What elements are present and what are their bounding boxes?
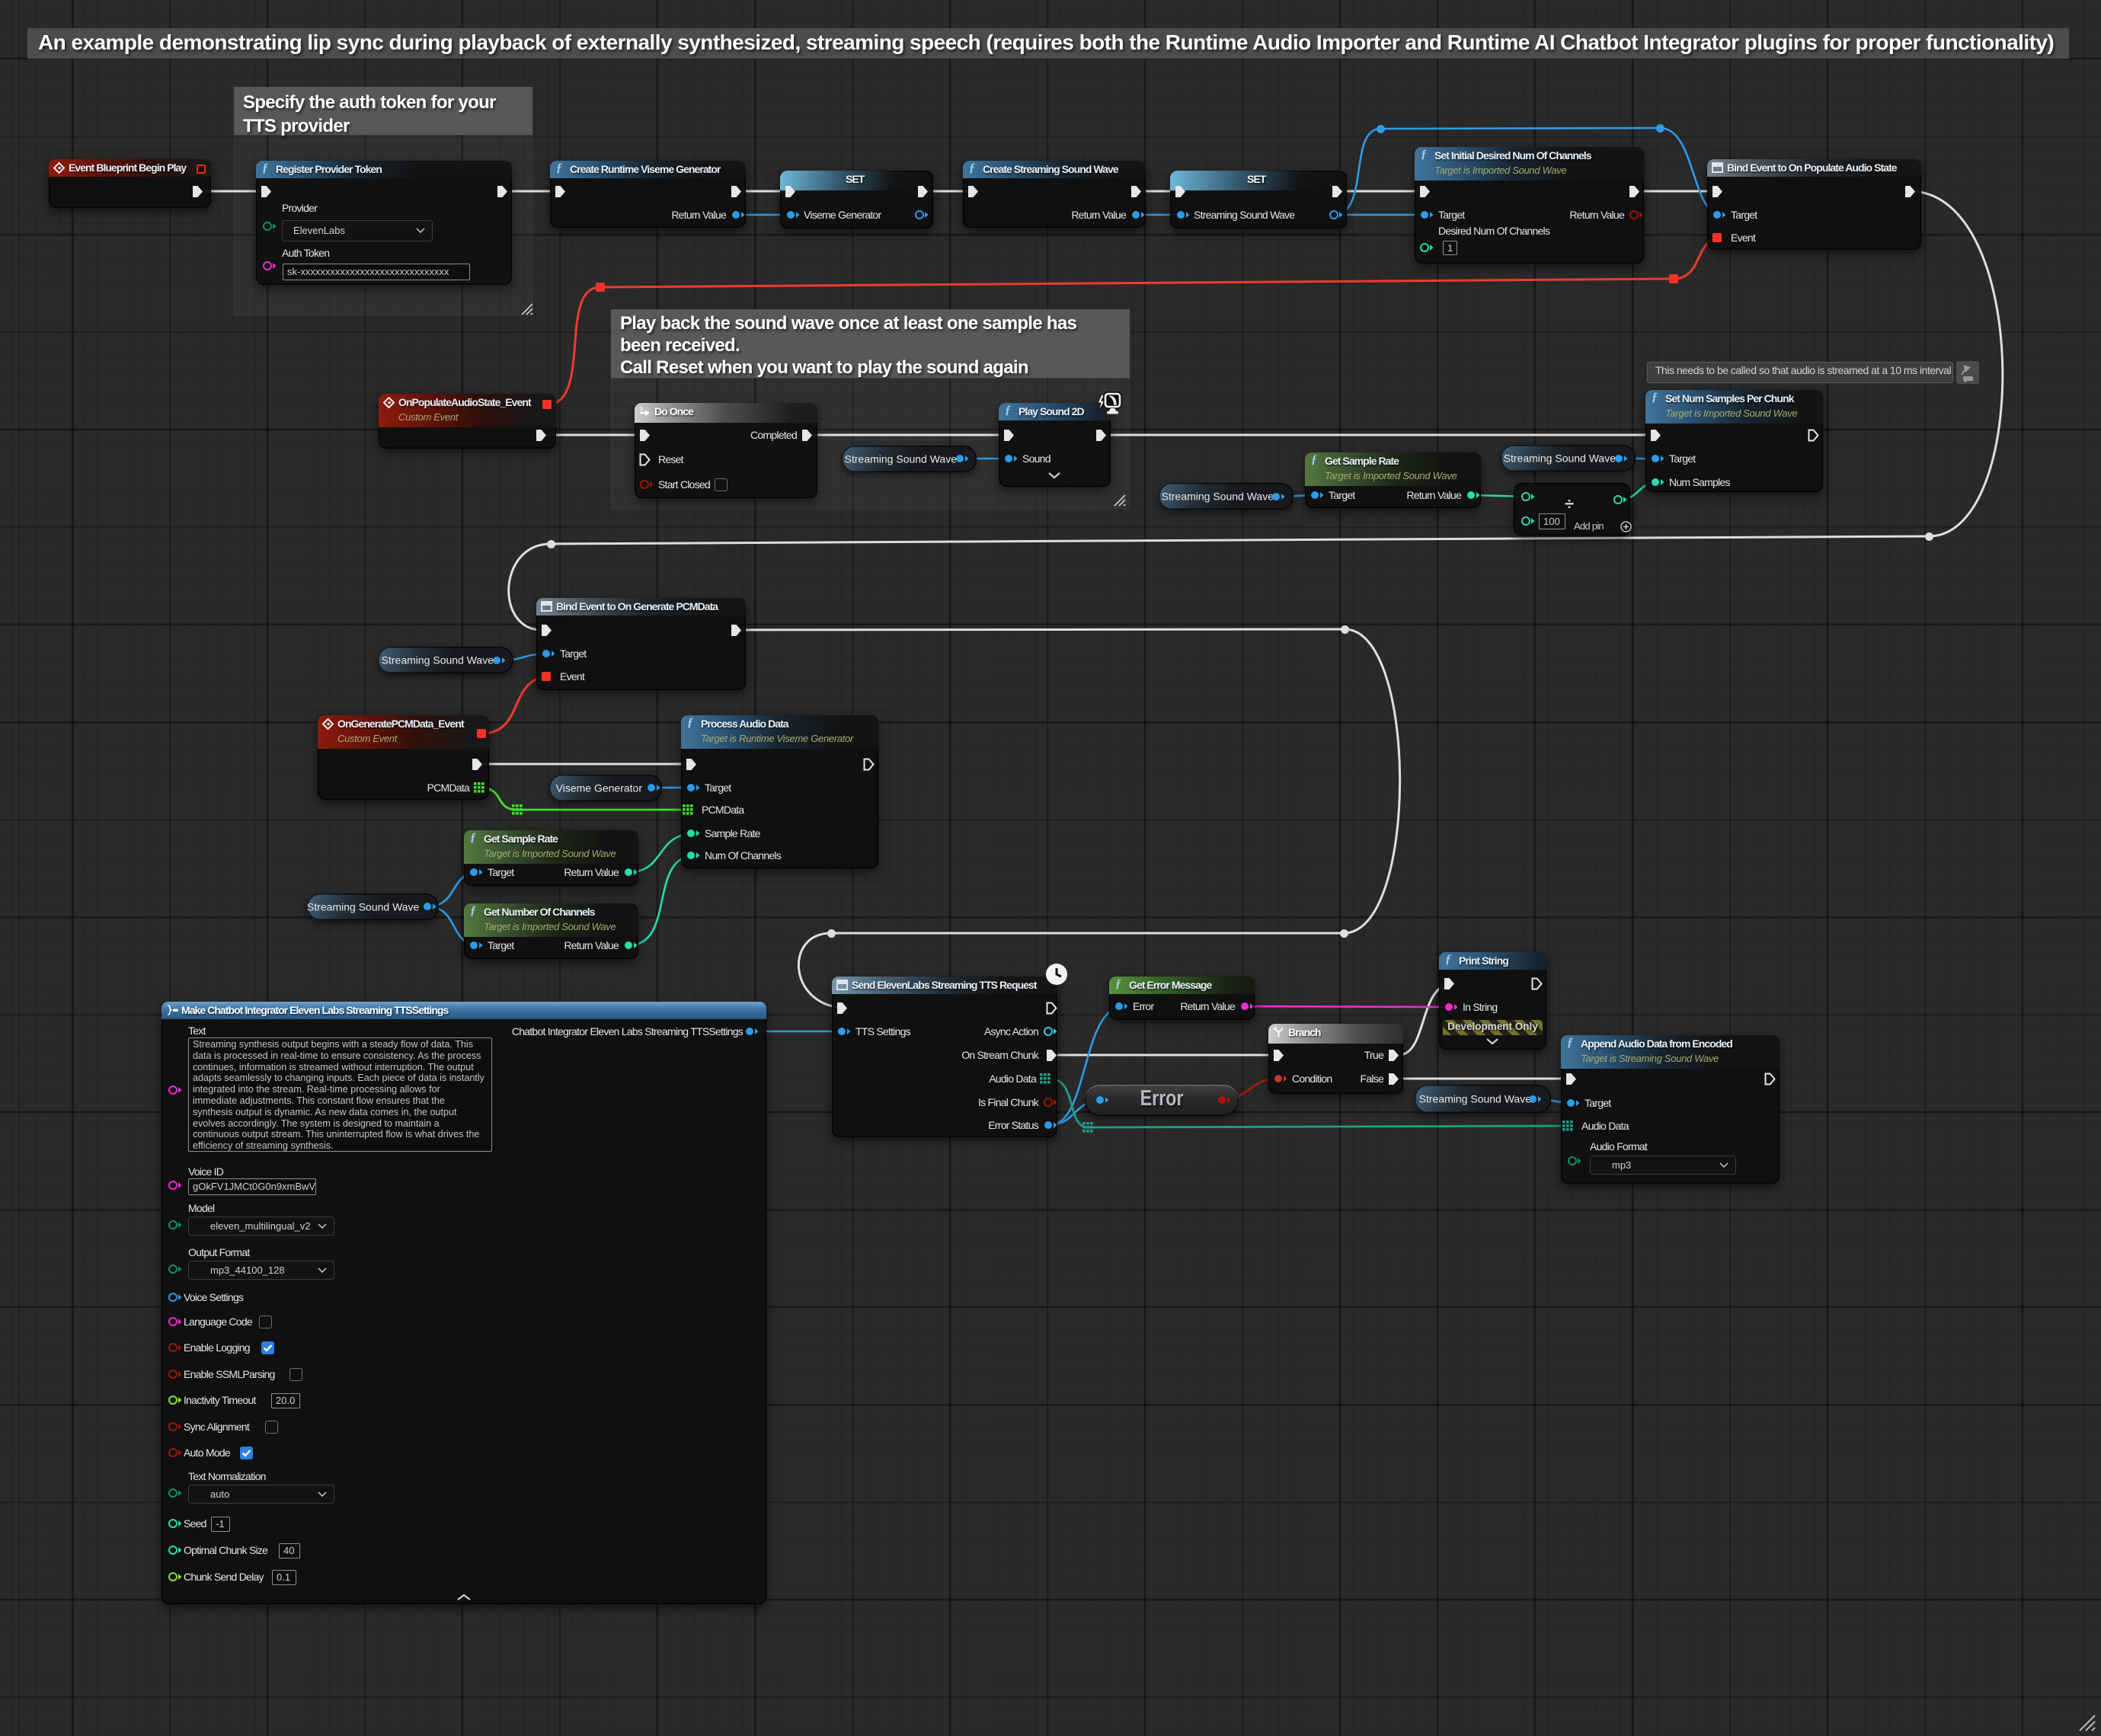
svg-text:1: 1 — [640, 407, 643, 412]
